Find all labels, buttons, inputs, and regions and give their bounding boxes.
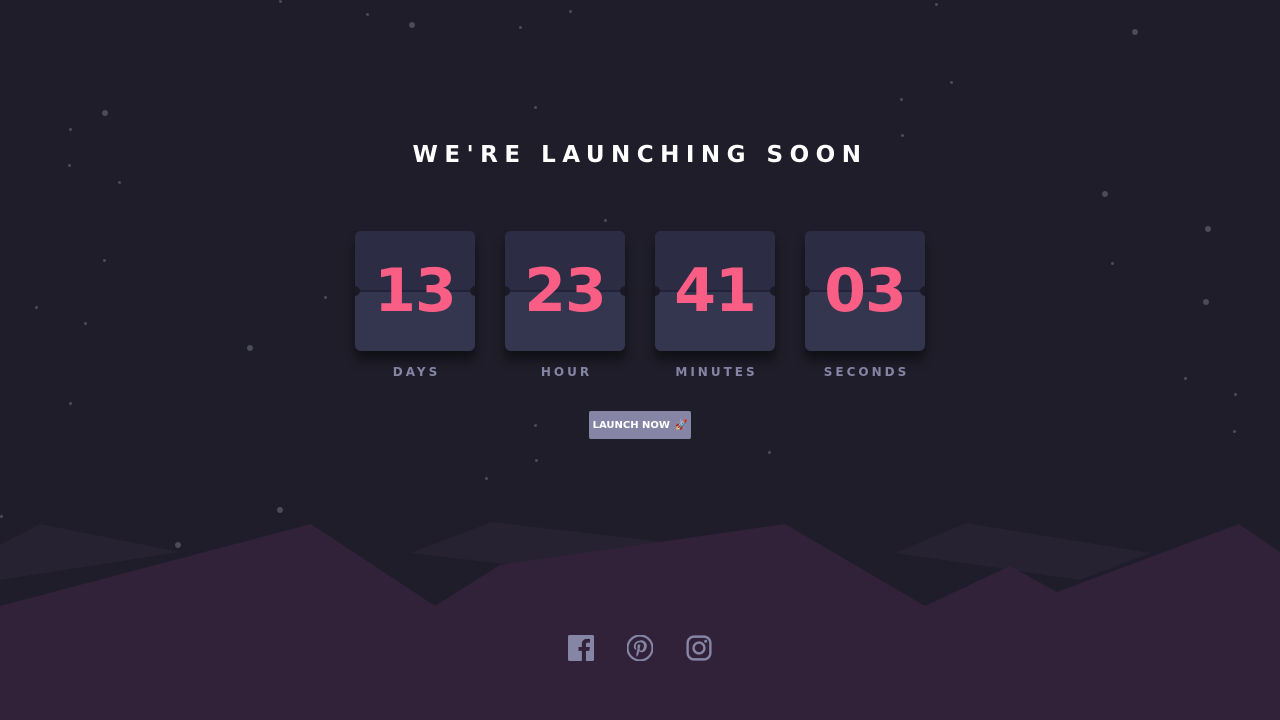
back-hills — [895, 523, 1150, 580]
launch-now-label: LAUNCH NOW — [592, 419, 670, 431]
facebook-icon-graphic — [568, 635, 594, 661]
instagram-icon-graphic — [686, 635, 712, 661]
flip-card-notch — [770, 286, 775, 296]
hours-label: HOUR — [540, 365, 593, 379]
flip-card-notch — [920, 286, 925, 296]
instagram-icon[interactable] — [686, 635, 712, 661]
page-title: WE'RE LAUNCHING SOON — [412, 142, 868, 168]
pinterest-icon-graphic — [627, 635, 653, 661]
minutes-label: MINUTES — [675, 365, 758, 379]
flip-card: 41 — [655, 231, 775, 351]
flip-card: 23 — [505, 231, 625, 351]
hours-value: 23 — [524, 256, 607, 326]
mountain-silhouette — [0, 522, 1280, 720]
days-counter: 13 DAYS — [355, 231, 475, 379]
facebook-icon[interactable] — [568, 635, 594, 661]
flip-card: 13 — [355, 231, 475, 351]
social-links — [0, 635, 1280, 661]
minutes-counter: 41 MINUTES — [655, 231, 775, 379]
seconds-value: 03 — [824, 256, 907, 326]
seconds-counter: 03 SECONDS — [805, 231, 925, 379]
hours-counter: 23 HOUR — [505, 231, 625, 379]
flip-card-notch — [620, 286, 625, 296]
minutes-value: 41 — [674, 256, 757, 326]
days-label: DAYS — [392, 365, 441, 379]
rocket-icon: 🚀 — [674, 419, 688, 431]
seconds-label: SECONDS — [823, 365, 910, 379]
flip-card: 03 — [805, 231, 925, 351]
flip-card-notch — [470, 286, 475, 296]
launch-now-button[interactable]: LAUNCH NOW 🚀 — [589, 411, 691, 439]
days-value: 13 — [374, 256, 457, 326]
pinterest-icon[interactable] — [627, 635, 653, 661]
